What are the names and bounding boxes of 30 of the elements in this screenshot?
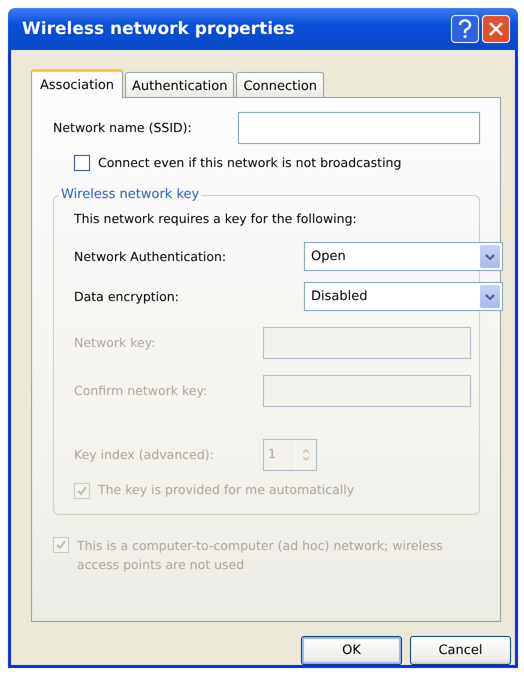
dropdown-value: Open [311,248,346,266]
group-title: Wireless network key [59,186,202,204]
field-label: Key index (advanced): [74,446,215,464]
tab[interactable]: Association [31,68,124,98]
dropdown[interactable]: Disabled [304,282,503,312]
spinner-value: 1 [267,445,277,464]
check-icon [55,539,67,552]
help-button[interactable] [451,14,479,43]
checkbox[interactable] [74,155,90,172]
field-label: Network name (SSID): [53,118,193,137]
checkbox-label: The key is provided for me automatically [98,481,354,500]
tab[interactable]: Connection [236,72,324,97]
question-mark-icon [457,18,473,39]
dialog-button[interactable]: OK [301,636,402,665]
checkbox-label: Connect even if this network is not broadcasting [98,154,402,172]
dropdown[interactable]: Open [304,242,503,272]
checkbox-label: This is a computer-to-computer (ad hoc) network; wireless access points are not used [77,537,444,574]
tab[interactable]: Authentication [125,72,234,97]
field-label: Confirm network key: [74,382,208,400]
field-label: Data encryption: [74,288,180,306]
group-description: This network requires a key for the following: [74,210,358,228]
ssid-input-field[interactable] [238,112,480,144]
dropdown-value: Disabled [311,288,368,306]
close-button[interactable] [482,14,510,43]
field-label: Network Authentication: [74,248,228,266]
close-icon [488,20,504,37]
dialog-button[interactable]: Cancel [410,636,511,665]
field-label: Network key: [74,334,156,352]
window-title: Wireless network properties [22,18,296,40]
check-icon [76,484,88,497]
